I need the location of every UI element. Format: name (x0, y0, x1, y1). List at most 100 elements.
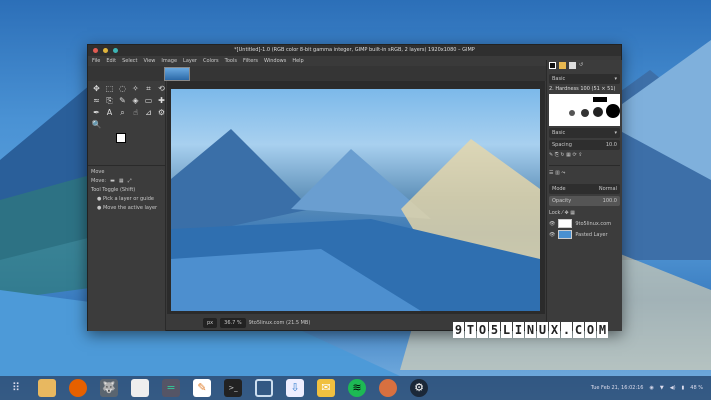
warp-tool-icon[interactable]: ≈ (91, 96, 102, 106)
crop-tool-icon[interactable]: ⌗ (143, 84, 154, 94)
menu-windows[interactable]: Windows (264, 56, 286, 66)
picker-tool-icon[interactable]: ⌕ (117, 108, 128, 118)
lock-position-icon[interactable]: ✥ (564, 210, 568, 216)
layers-tabs[interactable]: ☰ ▥ ⤳ (549, 170, 620, 182)
gegl-tool-icon[interactable]: ⚙ (156, 108, 167, 118)
battery-icon[interactable]: ▮ (682, 376, 685, 400)
lasso-tool-icon[interactable]: ◌ (117, 84, 128, 94)
dock-tabs: ↺ (549, 62, 620, 72)
menu-layer[interactable]: Layer (183, 56, 197, 66)
canvas-area[interactable] (167, 81, 545, 314)
move-layer-toggle[interactable]: ▬ (110, 178, 115, 184)
brush-filter-select[interactable]: Basic ▾ (549, 74, 620, 84)
smudge-tool-icon[interactable]: ☝ (130, 108, 141, 118)
right-dock: ↺ Basic ▾ 2. Hardness 100 (51 × 51) Basic… (546, 60, 622, 331)
move-selection-toggle[interactable]: ▦ (119, 178, 124, 184)
lock-alpha-icon[interactable]: ▦ (570, 210, 575, 216)
spotify-icon[interactable]: ≋ (348, 379, 366, 397)
path-tool-icon[interactable]: ✒ (91, 108, 102, 118)
steam-icon[interactable]: ⚙ (410, 379, 428, 397)
text-tool-icon[interactable]: A (104, 108, 115, 118)
network-icon[interactable]: ◉ (650, 376, 654, 400)
tool-options-title: Move (91, 169, 105, 175)
writer-icon[interactable] (131, 379, 149, 397)
menu-help[interactable]: Help (292, 56, 303, 66)
mail-icon[interactable]: ✉ (317, 379, 335, 397)
unit-select[interactable]: px (203, 318, 218, 328)
inkscape-icon[interactable] (379, 379, 397, 397)
close-button[interactable] (93, 48, 98, 53)
brushes-tab-icon[interactable] (549, 62, 556, 69)
volume-icon[interactable]: ◀) (670, 376, 676, 400)
firefox-icon[interactable] (69, 379, 87, 397)
brush-preset-select[interactable]: Basic ▾ (549, 128, 620, 138)
patterns-tab-icon[interactable] (559, 62, 566, 69)
layer-thumbnail (558, 219, 573, 228)
clock[interactable]: Tue Feb 21, 16:02:16 (591, 376, 644, 400)
maximize-button[interactable] (113, 48, 118, 53)
layer-mode-select[interactable]: Mode Normal (549, 184, 620, 194)
status-info: 9to5linux.com (21.5 MB) (248, 320, 311, 326)
move-tool-icon[interactable]: ✥ (91, 84, 102, 94)
menu-view[interactable]: View (144, 56, 156, 66)
opacity-field[interactable]: Opacity 100.0 (549, 196, 620, 206)
files-icon[interactable] (38, 379, 56, 397)
paint-tool-icon[interactable]: ✎ (117, 96, 128, 106)
color-swatches[interactable] (116, 133, 165, 155)
menu-filters[interactable]: Filters (243, 56, 258, 66)
fonts-tab-icon[interactable] (569, 62, 576, 69)
menu-edit[interactable]: Edit (106, 56, 116, 66)
store-icon[interactable]: ⇩ (286, 379, 304, 397)
zoom-select[interactable]: 36.7 % (220, 318, 246, 328)
menu-image[interactable]: Image (161, 56, 177, 66)
radio-move-active[interactable]: ● Move the active layer (97, 205, 162, 211)
toolbox: ✥ ⬚ ◌ ✧ ⌗ ⟲ ≈ ⎘ ✎ ◈ ▭ ✚ ✒ A ⌕ ☝ ⊿ ⚙ 🔍 (88, 81, 167, 133)
brush-grid[interactable] (549, 94, 620, 126)
brush-preset-value: Basic (552, 130, 566, 136)
gimp-icon[interactable]: 🐺 (100, 379, 118, 397)
title-bar: *[Untitled]-1.0 (RGB color 8-bit gamma i… (88, 45, 621, 56)
radio-pick-layer[interactable]: ● Pick a layer or guide (97, 196, 162, 202)
layer-row[interactable]: 👁 Pasted Layer (549, 229, 620, 240)
history-tab-icon[interactable]: ↺ (579, 62, 583, 72)
layer-row[interactable]: 👁 9to5linux.com (549, 218, 620, 229)
measure-tool-icon[interactable]: ⊿ (143, 108, 154, 118)
brush-actions[interactable]: ✎ ⎘ ↻ ▦ ⟳ ⇪ (549, 152, 620, 166)
canvas-image (171, 129, 540, 311)
calculator-icon[interactable]: = (162, 379, 180, 397)
spacing-label: Spacing (552, 142, 572, 148)
battery-level: 48 % (690, 385, 703, 391)
app-launcher-icon[interactable]: ⠿ (7, 379, 25, 397)
clone-tool-icon[interactable]: ⎘ (104, 96, 115, 106)
image-tabs (88, 66, 621, 81)
layer-thumbnail (558, 230, 573, 239)
minimize-button[interactable] (103, 48, 108, 53)
visibility-eye-icon[interactable]: 👁 (549, 221, 555, 227)
fuzzy-select-icon[interactable]: ✧ (130, 84, 141, 94)
menu-colors[interactable]: Colors (203, 56, 219, 66)
gimp-window: *[Untitled]-1.0 (RGB color 8-bit gamma i… (87, 44, 622, 331)
select-tool-icon[interactable]: ⬚ (104, 84, 115, 94)
terminal-icon[interactable]: >_ (224, 379, 242, 397)
screenshot-icon[interactable] (255, 379, 273, 397)
menu-file[interactable]: File (92, 56, 100, 66)
visibility-eye-icon[interactable]: 👁 (549, 232, 555, 238)
image-canvas[interactable] (171, 89, 540, 311)
move-path-toggle[interactable]: ⤢ (128, 178, 132, 184)
spacing-field[interactable]: Spacing 10.0 (549, 140, 620, 150)
menu-bar: File Edit Select View Image Layer Colors… (88, 56, 621, 66)
toolbox-dock: ✥ ⬚ ◌ ✧ ⌗ ⟲ ≈ ⎘ ✎ ◈ ▭ ✚ ✒ A ⌕ ☝ ⊿ ⚙ 🔍 Move Move: ▬ ▦ ⤢ Too… (88, 81, 166, 331)
layer-name: 9to5linux.com (575, 220, 612, 227)
menu-select[interactable]: Select (122, 56, 137, 66)
transform-tool-icon[interactable]: ⟲ (156, 84, 167, 94)
zoom-tool-icon[interactable]: 🔍 (91, 120, 102, 130)
wifi-icon[interactable]: ▼ (660, 376, 664, 400)
text-editor-icon[interactable]: ✎ (193, 379, 211, 397)
menu-tools[interactable]: Tools (225, 56, 237, 66)
eraser-tool-icon[interactable]: ▭ (143, 96, 154, 106)
opacity-label: Opacity (552, 198, 572, 204)
heal-tool-icon[interactable]: ✚ (156, 96, 167, 106)
lock-pixels-icon[interactable]: ⁄ (562, 210, 563, 216)
image-tab-thumbnail[interactable] (164, 67, 190, 81)
bucket-tool-icon[interactable]: ◈ (130, 96, 141, 106)
